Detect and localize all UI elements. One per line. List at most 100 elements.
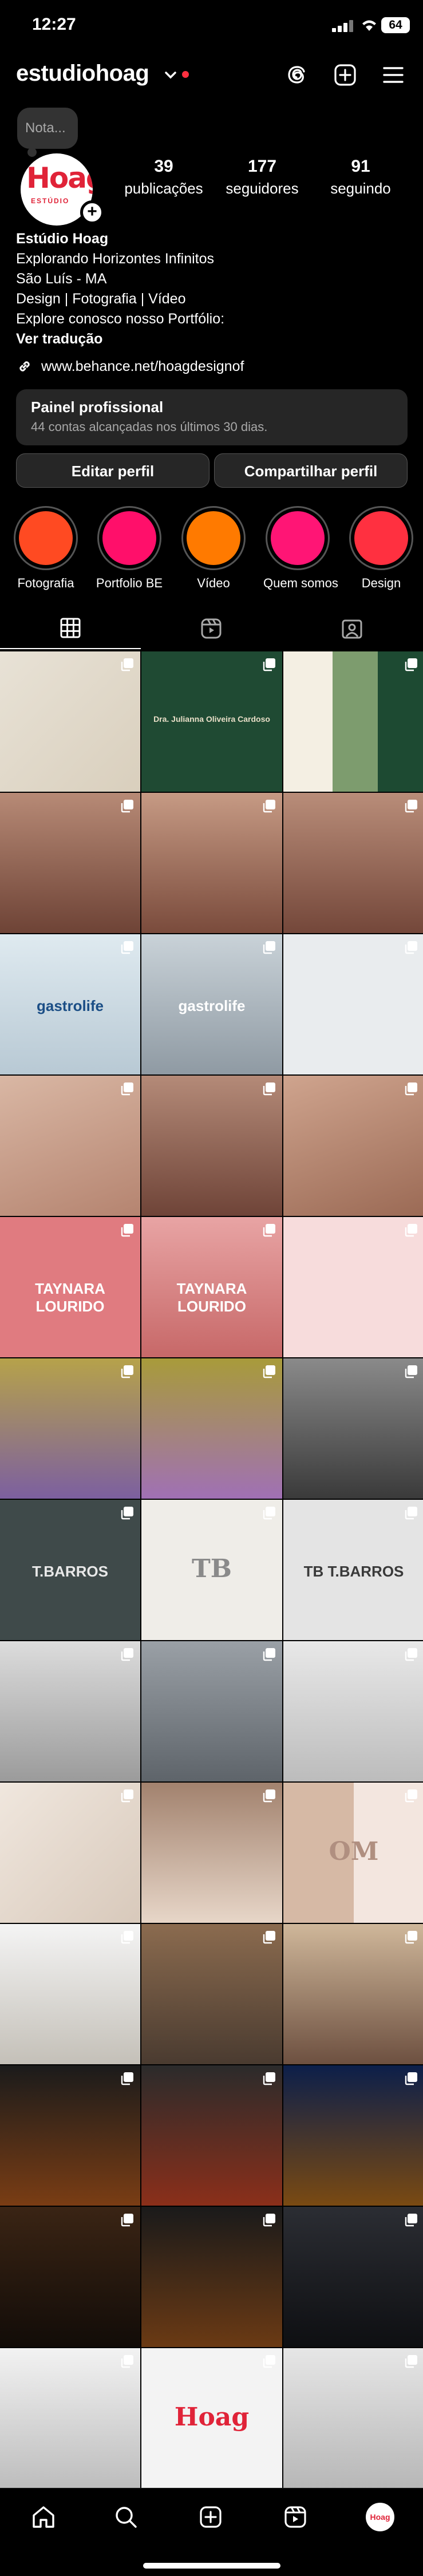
share-profile-button[interactable]: Compartilhar perfil [214, 453, 408, 488]
carousel-icon [121, 1507, 133, 1520]
post-thumbnail[interactable] [0, 1641, 140, 1781]
nav-home[interactable] [26, 2500, 61, 2534]
post-thumbnail[interactable] [283, 1076, 423, 1216]
highlight-design[interactable]: Design [347, 506, 416, 591]
post-thumbnail[interactable]: TAYNARA LOURIDO [0, 1217, 140, 1357]
stat-followers[interactable]: 177 seguidores [216, 157, 308, 197]
home-icon [33, 2506, 54, 2528]
post-thumbnail[interactable] [0, 1076, 140, 1216]
tab-tagged[interactable] [282, 608, 422, 649]
post-thumbnail[interactable]: TB T.BARROS [283, 1500, 423, 1640]
nav-reels[interactable] [278, 2500, 313, 2534]
stat-following[interactable]: 91 seguindo [315, 157, 406, 197]
carousel-icon [405, 2355, 417, 2368]
professional-dashboard[interactable]: Painel profissional 44 contas alcançadas… [16, 389, 408, 445]
post-thumbnail[interactable] [283, 1358, 423, 1499]
post-thumbnail[interactable] [0, 2065, 140, 2206]
highlight-label: Vídeo [197, 576, 230, 590]
carousel-icon [263, 1224, 275, 1237]
menu-icon[interactable] [380, 62, 406, 88]
post-thumbnail[interactable] [283, 1217, 423, 1357]
post-thumbnail[interactable]: Dra. Julianna Oliveira Cardoso [141, 651, 282, 792]
home-indicator [143, 2563, 280, 2569]
post-thumbnail[interactable] [0, 2207, 140, 2347]
highlight-label: Design [361, 576, 401, 590]
post-thumbnail[interactable] [141, 2065, 282, 2206]
search-icon [116, 2507, 137, 2528]
nav-profile[interactable]: Hoag [363, 2500, 397, 2534]
carousel-icon [405, 658, 417, 671]
bio-link-text: www.behance.net/hoagdesignof [41, 358, 244, 374]
post-overlay-text: gastrolife [178, 997, 246, 1014]
chevron-down-icon[interactable] [163, 68, 178, 82]
post-thumbnail[interactable] [283, 2207, 423, 2347]
post-thumbnail[interactable]: TB [141, 1500, 282, 1640]
create-icon[interactable] [332, 62, 358, 88]
nav-create[interactable] [193, 2500, 228, 2534]
bio-line: Explorando Horizontes Infinitos [16, 251, 215, 267]
highlight-ring [266, 506, 330, 570]
bio-link[interactable]: www.behance.net/hoagdesignof [16, 356, 244, 377]
carousel-icon [405, 941, 417, 954]
post-thumbnail[interactable]: gastrolife [141, 934, 282, 1074]
profile-avatar-mini: Hoag [366, 2503, 394, 2531]
post-thumbnail[interactable] [141, 1641, 282, 1781]
highlight-fotografia[interactable]: Fotografia [11, 506, 80, 591]
tab-reels[interactable] [141, 608, 282, 649]
post-thumbnail[interactable] [141, 1924, 282, 2064]
post-thumbnail[interactable] [283, 2348, 423, 2488]
post-thumbnail[interactable] [0, 651, 140, 792]
carousel-icon [405, 800, 417, 813]
note-bubble[interactable]: Nota... [17, 108, 78, 157]
post-thumbnail[interactable] [283, 2065, 423, 2206]
post-thumbnail[interactable]: gastrolife [0, 934, 140, 1074]
edit-profile-button[interactable]: Editar perfil [16, 453, 209, 488]
carousel-icon [405, 1224, 417, 1237]
highlight-quem-somos[interactable]: Quem somos [263, 506, 338, 591]
highlight-portfolio-be[interactable]: Portfolio BE [95, 506, 164, 591]
post-thumbnail[interactable] [283, 1641, 423, 1781]
carousel-icon [263, 1365, 275, 1378]
add-story-button[interactable]: + [80, 200, 104, 224]
username[interactable]: estudiohoag [16, 61, 149, 86]
carousel-icon [405, 1931, 417, 1944]
post-thumbnail[interactable] [141, 1076, 282, 1216]
nav-search[interactable] [109, 2500, 143, 2534]
highlight-ring [14, 506, 78, 570]
highlight-video[interactable]: Vídeo [179, 506, 248, 591]
post-thumbnail[interactable] [283, 1924, 423, 2064]
post-thumbnail[interactable] [0, 1924, 140, 2064]
profile-header: estudiohoag [0, 55, 423, 95]
highlight-cover [19, 511, 73, 565]
post-thumbnail[interactable] [283, 793, 423, 933]
carousel-icon [405, 2214, 417, 2227]
highlight-cover [102, 511, 156, 565]
avatar-logo: Hoag [26, 161, 93, 195]
post-thumbnail[interactable]: TAYNARA LOURIDO [141, 1217, 282, 1357]
carousel-icon [121, 658, 133, 671]
post-thumbnail[interactable] [283, 934, 423, 1074]
post-thumbnail[interactable] [141, 1358, 282, 1499]
post-thumbnail[interactable] [141, 1783, 282, 1923]
stat-posts[interactable]: 39 publicações [118, 157, 209, 197]
carousel-icon [405, 2072, 417, 2085]
post-thumbnail[interactable] [0, 793, 140, 933]
post-overlay-text: TB T.BARROS [303, 1563, 404, 1580]
post-thumbnail[interactable] [0, 2348, 140, 2488]
post-thumbnail[interactable]: Hoag [141, 2348, 282, 2488]
post-overlay-text: TAYNARA LOURIDO [35, 1280, 105, 1315]
post-thumbnail[interactable]: OM [283, 1783, 423, 1923]
post-thumbnail[interactable] [0, 1358, 140, 1499]
post-thumbnail[interactable] [141, 793, 282, 933]
tab-posts-grid[interactable] [0, 608, 141, 649]
carousel-icon [121, 2214, 133, 2227]
threads-icon[interactable] [284, 62, 310, 88]
carousel-icon [405, 1365, 417, 1378]
post-thumbnail[interactable]: T.BARROS [0, 1500, 140, 1640]
post-thumbnail[interactable] [283, 651, 423, 792]
highlight-label: Portfolio BE [96, 576, 163, 590]
carousel-icon [263, 2355, 275, 2368]
post-thumbnail[interactable] [141, 2207, 282, 2347]
post-thumbnail[interactable] [0, 1783, 140, 1923]
see-translation-link[interactable]: Ver tradução [16, 329, 411, 349]
